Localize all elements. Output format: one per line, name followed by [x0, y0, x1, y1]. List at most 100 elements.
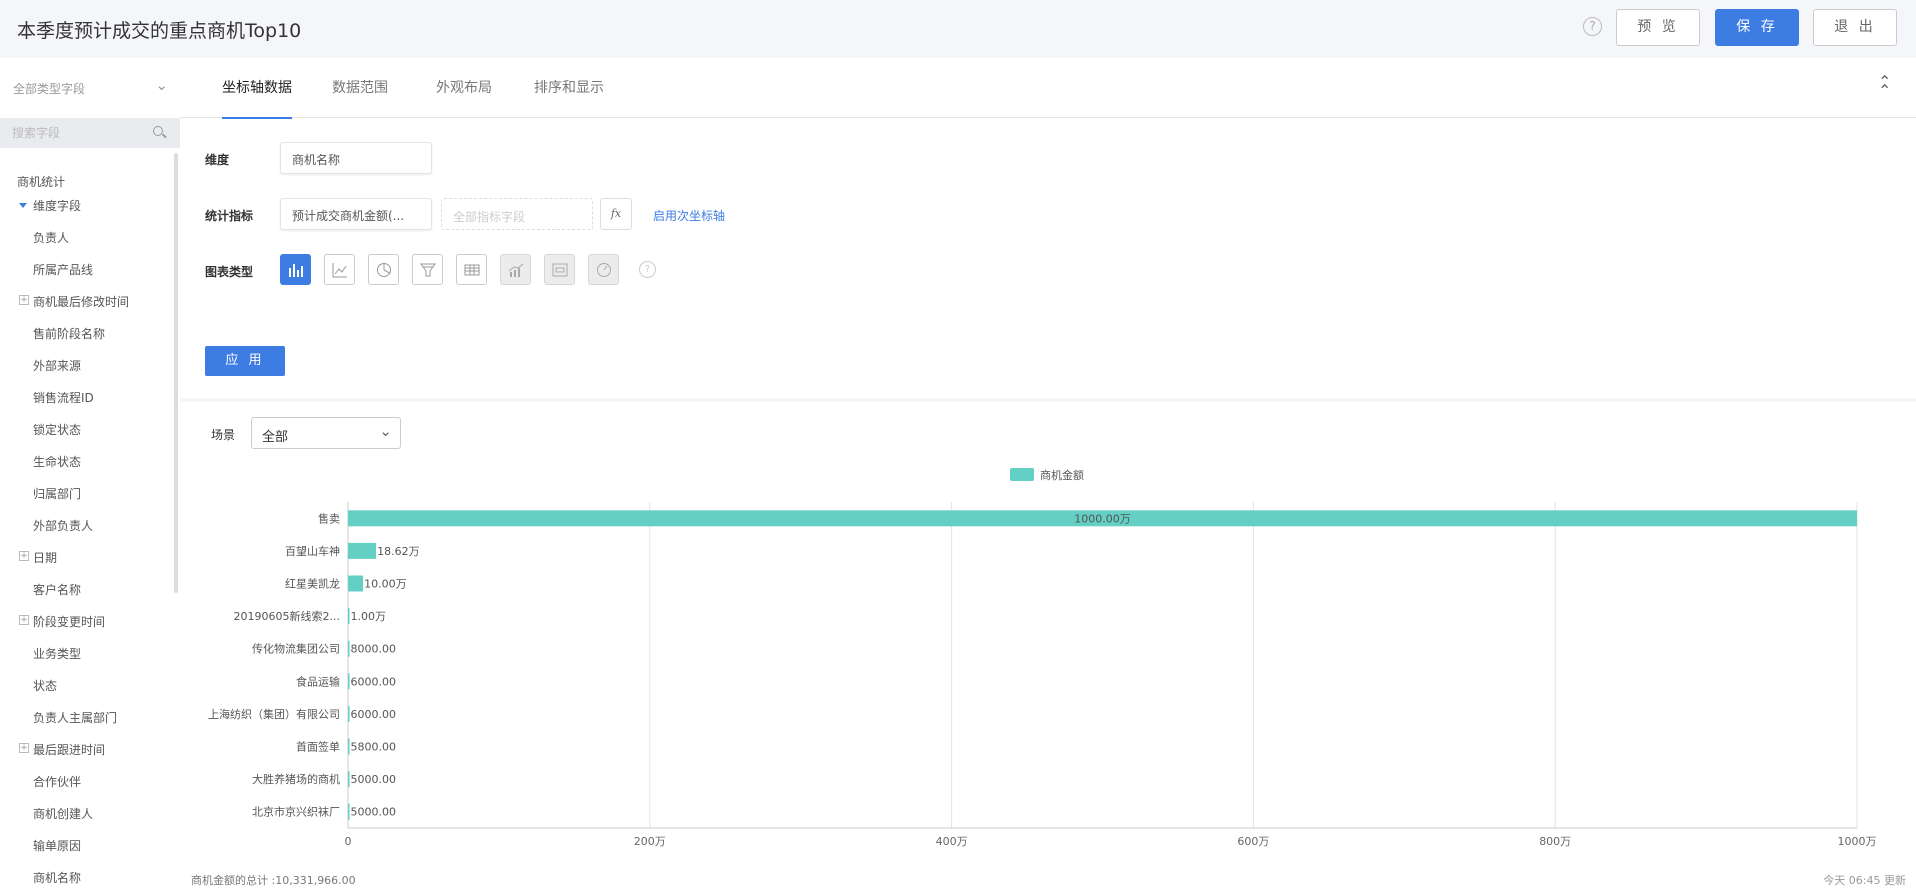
x-tick-label: 800万 — [1539, 835, 1571, 848]
chart-type-label: 图表类型 — [205, 265, 254, 279]
funnel-chart-icon — [420, 263, 436, 277]
bar[interactable] — [348, 771, 350, 788]
expand-icon[interactable]: + — [19, 551, 29, 561]
bar[interactable] — [348, 608, 350, 625]
bar-chart-icon — [289, 264, 303, 277]
category-label: 上海纺织（集团）有限公司 — [208, 707, 340, 721]
bar-chart: 0 200万 400万 600万 800万 1000万 商机金额售卖 1000.00万百望山车… — [208, 468, 1877, 848]
chart-type-line[interactable] — [324, 254, 355, 285]
legend-swatch — [1010, 468, 1034, 481]
chart-type-help-icon[interactable]: ? — [639, 261, 656, 278]
search-input[interactable] — [12, 124, 147, 142]
help-icon[interactable]: ? — [1583, 17, 1602, 36]
tab-bar: 坐标轴数据 数据范围 外观布局 排序和显示 ⌃ ⌃ — [180, 58, 1916, 119]
chart-type-bar[interactable] — [280, 254, 311, 285]
page-title: 本季度预计成交的重点商机Top10 — [17, 20, 302, 42]
tree-item[interactable]: 商机创建人 — [33, 805, 93, 822]
combo-chart-icon — [508, 263, 524, 277]
tree-item[interactable]: 生命状态 — [33, 453, 81, 470]
tree-item[interactable]: 商机名称 — [33, 869, 81, 886]
chart-total: 商机金额的总计 :10,331,966.00 — [191, 874, 356, 887]
category-label: 红星美凯龙 — [285, 578, 340, 591]
dimension-field[interactable]: 商机名称 — [280, 142, 432, 174]
category-label: 首面签单 — [296, 740, 340, 754]
bar[interactable] — [348, 803, 350, 820]
field-search — [0, 118, 180, 148]
tab-appearance[interactable]: 外观布局 — [436, 77, 492, 117]
update-time: 今天 06:45 更新 — [1823, 874, 1906, 887]
secondary-axis-link[interactable]: 启用次坐标轴 — [653, 207, 725, 224]
chart-type-table[interactable] — [456, 254, 487, 285]
bar[interactable] — [348, 705, 350, 722]
preview-button[interactable]: 预 览 — [1616, 9, 1700, 46]
caret-down-icon[interactable] — [19, 203, 27, 208]
metric-field[interactable]: 预计成交商机金额(... — [280, 198, 432, 230]
search-icon[interactable] — [153, 126, 163, 136]
save-button[interactable]: 保 存 — [1715, 9, 1799, 46]
tree-item[interactable]: 负责人主属部门 — [33, 709, 117, 726]
x-tick-label: 400万 — [936, 835, 968, 848]
tree-item[interactable]: 业务类型 — [33, 645, 81, 662]
field-type-select[interactable]: 全部类型字段 ⌄ — [13, 76, 168, 97]
tree-item[interactable]: 归属部门 — [33, 485, 81, 502]
tree-item[interactable]: 外部来源 — [33, 357, 81, 374]
tab-sort-display[interactable]: 排序和显示 — [534, 77, 604, 117]
scene-select[interactable]: 全部 ⌄ — [251, 417, 401, 449]
data-label: 5800.00 — [351, 741, 397, 754]
data-label: 5000.00 — [351, 806, 397, 819]
tree-item[interactable]: 日期 — [33, 549, 57, 566]
tree-root[interactable]: 商机统计 — [17, 173, 65, 190]
legend-label: 商机金额 — [1040, 468, 1084, 482]
expand-icon[interactable]: + — [19, 615, 29, 625]
bar[interactable] — [348, 738, 350, 755]
tree-item[interactable]: 外部负责人 — [33, 517, 93, 534]
field-sidebar: 全部类型字段 ⌄ 商机统计 维度字段 负责人所属产品线 + 商机最后修改时间售前阶段… — [0, 58, 180, 892]
card-chart-icon — [552, 263, 568, 277]
exit-button[interactable]: 退 出 — [1813, 9, 1897, 46]
tree-item[interactable]: 负责人 — [33, 229, 69, 246]
tree-item[interactable]: 客户名称 — [33, 581, 81, 598]
collapse-icon[interactable]: ⌃ ⌃ — [1878, 74, 1891, 99]
chart-panel: 0 200万 400万 600万 800万 1000万 商机金额 售卖 1000.00万 百望山车… — [180, 402, 1916, 892]
tab-data-range[interactable]: 数据范围 — [332, 77, 388, 117]
data-label: 10.00万 — [364, 578, 407, 591]
bar[interactable] — [348, 673, 350, 690]
formula-button[interactable]: fx — [600, 198, 632, 230]
tree-item[interactable]: 最后跟进时间 — [33, 741, 105, 758]
tree-item[interactable]: 输单原因 — [33, 837, 81, 854]
tree-group-dimension[interactable]: 维度字段 — [33, 197, 81, 214]
scene-value: 全部 — [262, 430, 289, 445]
bar[interactable] — [348, 575, 364, 592]
header: 本季度预计成交的重点商机Top10 ? 预 览 保 存 退 出 — [0, 0, 1916, 58]
expand-icon[interactable]: + — [19, 743, 29, 753]
chart-type-card[interactable] — [544, 254, 575, 285]
category-label: 大胜养猪场的商机 — [252, 772, 340, 786]
expand-icon[interactable]: + — [19, 295, 29, 305]
tab-axis-data[interactable]: 坐标轴数据 — [222, 77, 292, 119]
x-tick-label: 200万 — [634, 835, 666, 848]
sidebar-scrollbar[interactable] — [174, 153, 178, 593]
tree-item[interactable]: 合作伙伴 — [33, 773, 81, 790]
metric-drop-target[interactable]: 全部指标字段 — [441, 198, 593, 230]
data-label: 6000.00 — [351, 675, 397, 688]
gauge-chart-icon — [597, 263, 611, 277]
data-label: 18.62万 — [377, 545, 420, 558]
tree-item[interactable]: 售前阶段名称 — [33, 325, 105, 342]
tree-item[interactable]: 状态 — [33, 677, 57, 694]
chart-type-funnel[interactable] — [412, 254, 443, 285]
chart-type-pie[interactable] — [368, 254, 399, 285]
tree-item[interactable]: 商机最后修改时间 — [33, 293, 129, 310]
bar[interactable] — [348, 542, 377, 559]
chart-type-gauge[interactable] — [588, 254, 619, 285]
config-panel: 坐标轴数据 数据范围 外观布局 排序和显示 ⌃ ⌃ 维度 商机名称 统计指标 预计… — [180, 58, 1916, 398]
tree-item[interactable]: 所属产品线 — [33, 261, 93, 278]
tree-item[interactable]: 销售流程ID — [33, 389, 94, 406]
data-label: 1.00万 — [351, 610, 387, 623]
bar[interactable] — [348, 640, 350, 657]
apply-button[interactable]: 应 用 — [205, 346, 285, 376]
line-chart-icon — [332, 263, 347, 278]
tree-item[interactable]: 阶段变更时间 — [33, 613, 105, 630]
tree-item[interactable]: 锁定状态 — [33, 421, 81, 438]
chart-type-combo[interactable] — [500, 254, 531, 285]
x-tick-label: 1000万 — [1838, 835, 1877, 848]
